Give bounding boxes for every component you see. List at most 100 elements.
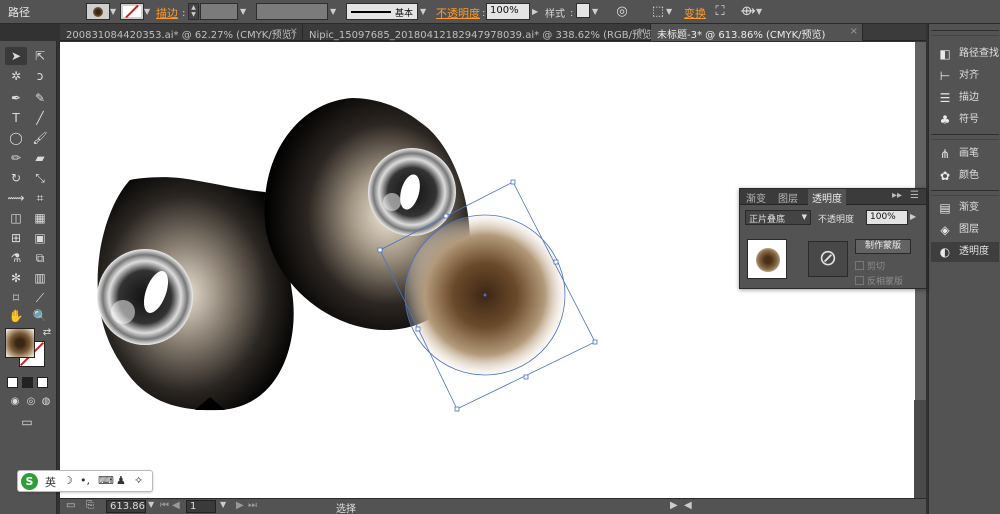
screen-mode-icon[interactable]: ▭	[16, 413, 38, 431]
prev-page-icon[interactable]: ◀	[172, 500, 180, 513]
graphic-style-swatch[interactable]	[576, 3, 590, 18]
color-mode-icon[interactable]	[7, 377, 18, 388]
ime-language-toggle[interactable]: 英	[45, 474, 56, 490]
no-mask-icon[interactable]: ⊘	[808, 241, 848, 277]
page-field[interactable]: 1	[186, 500, 216, 513]
stroke-weight-spinner[interactable]: ▲ ▼	[188, 3, 199, 20]
next-page-icon[interactable]: ▶	[236, 500, 244, 513]
ellipse-tool-icon[interactable]: ◯	[5, 129, 27, 147]
fill-swatch-button[interactable]	[86, 3, 110, 20]
hand-tool-icon[interactable]: ✋	[5, 307, 27, 325]
pencil-tool-icon[interactable]: ✏	[5, 149, 27, 167]
dock-color[interactable]: ✿ 颜色	[931, 166, 999, 186]
tools-icon[interactable]: ✧	[134, 474, 143, 487]
make-mask-button[interactable]: 制作蒙版	[855, 239, 911, 254]
more-options-icon[interactable]: ⟴	[738, 3, 758, 20]
document-tab-1[interactable]: 200831084420353.ai* @ 62.27% (CMYK/预览) ×	[60, 24, 303, 41]
dock-brushes[interactable]: ⋔ 画笔	[931, 144, 999, 164]
skin-icon[interactable]: ♟	[116, 474, 126, 487]
stroke-panel-link[interactable]: 描边	[156, 5, 178, 20]
fill-color-box[interactable]	[5, 328, 35, 358]
brush-dropdown-arrow[interactable]: ▼	[420, 3, 429, 20]
close-icon[interactable]: ×	[638, 26, 646, 37]
dock-transparency[interactable]: ◐ 透明度	[931, 242, 999, 262]
collapse-icon[interactable]: ▸▸	[892, 190, 902, 201]
recolor-icon[interactable]: ◎	[612, 3, 632, 20]
scale-tool-icon[interactable]: ⤡	[29, 169, 51, 187]
last-page-icon[interactable]: ⏭	[248, 500, 257, 513]
page-dropdown-arrow[interactable]: ▼	[220, 500, 226, 513]
profile-dropdown-arrow[interactable]: ▼	[330, 3, 339, 20]
tab-layers[interactable]: 图层	[774, 189, 802, 205]
first-page-icon[interactable]: ⏮	[160, 500, 169, 513]
tab-transparency[interactable]: 透明度	[808, 189, 846, 205]
free-transform-tool-icon[interactable]: ⌗	[29, 189, 51, 207]
vertical-scrollbar[interactable]	[914, 400, 926, 498]
gradient-tool-icon[interactable]: ▣	[29, 229, 51, 247]
blend-mode-dropdown[interactable]: 正片叠底 ▼	[745, 210, 811, 225]
line-tool-icon[interactable]: ╱	[29, 109, 51, 127]
perspective-grid-tool-icon[interactable]: ▦	[29, 209, 51, 227]
dock-stroke[interactable]: ☰ 描边	[931, 88, 999, 108]
close-icon[interactable]: ×	[290, 26, 298, 37]
pen-tool-icon[interactable]: ✒	[5, 89, 27, 107]
dock-gradient[interactable]: ▤ 渐变	[931, 198, 999, 218]
stroke-weight-dropdown[interactable]: ▼	[240, 3, 249, 20]
panel-menu-icon[interactable]: ☰	[910, 190, 919, 201]
gradient-mode-icon[interactable]	[22, 377, 33, 388]
draw-inside-icon[interactable]: ◍	[35, 393, 57, 411]
dock-grip[interactable]	[931, 134, 999, 140]
opacity-dropdown-arrow[interactable]: ▶	[532, 3, 541, 20]
sogou-logo-icon[interactable]: S	[21, 473, 38, 490]
none-mode-icon[interactable]	[37, 377, 48, 388]
opacity-panel-link[interactable]: 不透明度	[436, 5, 480, 20]
artboard-tool-icon[interactable]: ⌑	[5, 289, 27, 307]
dock-align[interactable]: ⊢ 对齐	[931, 66, 999, 86]
paintbrush-tool-icon[interactable]: 🖌	[29, 129, 51, 147]
opacity-input[interactable]: 100%	[486, 3, 530, 20]
stroke-weight-input[interactable]	[200, 3, 238, 20]
direct-selection-tool-icon[interactable]: ⇱	[29, 47, 51, 65]
curvature-tool-icon[interactable]: ✎	[29, 89, 51, 107]
rotate-tool-icon[interactable]: ↻	[5, 169, 27, 187]
swap-colors-icon[interactable]: ⇄	[36, 324, 58, 342]
align-dropdown-arrow[interactable]: ▼	[666, 3, 675, 20]
dock-pathfinder[interactable]: ◧ 路径查找...	[931, 44, 1000, 64]
moon-icon[interactable]: ☽	[63, 474, 73, 487]
clip-checkbox[interactable]: 剪切	[855, 259, 885, 272]
align-to-icon[interactable]: ⬚	[648, 3, 668, 20]
panel-opacity-input[interactable]: 100%	[866, 210, 908, 225]
artboard-nav-icon[interactable]: ▭	[66, 500, 75, 513]
opacity-slider-arrow[interactable]: ▶	[910, 212, 916, 221]
zoom-tool-icon[interactable]: 🔍	[29, 307, 51, 325]
symbol-sprayer-tool-icon[interactable]: ✻	[5, 269, 27, 287]
document-tab-2[interactable]: Nipic_15097685_20180412182947978039.ai* …	[303, 24, 656, 41]
type-tool-icon[interactable]: T	[5, 109, 27, 127]
keyboard-icon[interactable]: ⌨	[98, 474, 114, 487]
shape-builder-tool-icon[interactable]: ◫	[5, 209, 27, 227]
dock-grip[interactable]	[931, 190, 999, 196]
stroke-swatch-button[interactable]	[120, 3, 144, 20]
invert-mask-checkbox[interactable]: 反相蒙版	[855, 274, 903, 287]
selection-tool-icon[interactable]: ➤	[5, 47, 27, 65]
variable-width-profile[interactable]	[256, 3, 328, 20]
tab-gradient[interactable]: 渐变	[742, 189, 770, 205]
magic-wand-tool-icon[interactable]: ✲	[5, 67, 27, 85]
dock-layers[interactable]: ◈ 图层	[931, 220, 999, 240]
ime-toolbar[interactable]: S 英 ☽ •, ⌨ ♟ ✧	[17, 470, 153, 492]
punctuation-icon[interactable]: •,	[80, 474, 90, 487]
more-dropdown-arrow[interactable]: ▼	[756, 3, 765, 20]
brush-definition-dropdown[interactable]: 基本	[346, 3, 418, 20]
eyedropper-tool-icon[interactable]: ⚗	[5, 249, 27, 267]
slice-tool-icon[interactable]: ⟋	[29, 289, 51, 307]
scroll-left-icon[interactable]: ◀	[684, 500, 692, 513]
status-menu-arrow[interactable]: ▶	[670, 500, 678, 513]
style-dropdown-arrow[interactable]: ▼	[592, 3, 601, 20]
object-thumbnail[interactable]	[747, 239, 787, 279]
dock-grip[interactable]	[931, 30, 999, 36]
close-icon[interactable]: ×	[850, 26, 858, 37]
transform-panel-link[interactable]: 变换	[684, 5, 706, 20]
zoom-field[interactable]: 613.86	[106, 500, 146, 513]
export-icon[interactable]: ⎘	[86, 500, 94, 513]
isolate-icon[interactable]: ⛶	[710, 3, 730, 20]
